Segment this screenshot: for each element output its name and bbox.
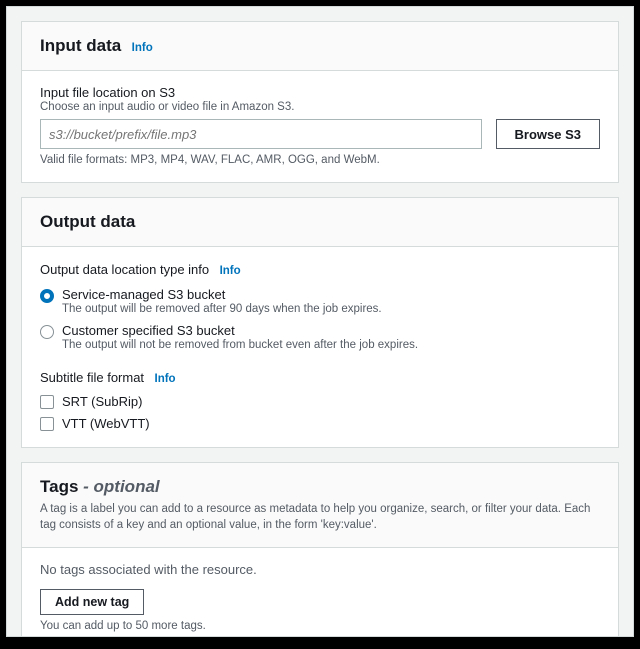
subtitle-section: Subtitle file format Info SRT (SubRip) V… <box>40 369 600 431</box>
checkbox-label: VTT (WebVTT) <box>62 416 150 431</box>
tags-description: A tag is a label you can add to a resour… <box>40 501 600 533</box>
s3-location-input[interactable] <box>40 119 482 149</box>
output-location-info-link[interactable]: Info <box>220 265 241 277</box>
input-panel-title: Input data <box>40 36 121 55</box>
radio-desc: The output will not be removed from buck… <box>62 339 418 351</box>
checkbox-vtt[interactable]: VTT (WebVTT) <box>40 416 600 431</box>
radio-text: Customer specified S3 bucket The output … <box>62 323 418 351</box>
tags-panel-title: Tags - optional <box>40 477 160 496</box>
input-data-panel: Input data Info Input file location on S… <box>21 21 619 183</box>
radio-label: Service-managed S3 bucket <box>62 287 382 302</box>
checkbox-srt[interactable]: SRT (SubRip) <box>40 394 600 409</box>
output-panel-title: Output data <box>40 212 135 231</box>
output-panel-header: Output data <box>22 198 618 247</box>
output-location-label: Output data location type info <box>40 262 209 277</box>
checkbox-box-icon <box>40 395 54 409</box>
tags-optional-suffix: - optional <box>78 477 159 496</box>
subtitle-format-label: Subtitle file format <box>40 370 144 385</box>
radio-customer-specified[interactable]: Customer specified S3 bucket The output … <box>40 323 600 351</box>
browse-s3-button[interactable]: Browse S3 <box>496 119 600 149</box>
input-location-desc: Choose an input audio or video file in A… <box>40 101 600 113</box>
radio-circle-icon <box>40 325 54 339</box>
radio-label: Customer specified S3 bucket <box>62 323 418 338</box>
radio-desc: The output will be removed after 90 days… <box>62 303 382 315</box>
subtitle-info-link[interactable]: Info <box>155 373 176 385</box>
page-container: Input data Info Input file location on S… <box>6 6 634 637</box>
tags-title-text: Tags <box>40 477 78 496</box>
checkbox-label: SRT (SubRip) <box>62 394 142 409</box>
input-location-label: Input file location on S3 <box>40 85 600 100</box>
tags-limit-hint: You can add up to 50 more tags. <box>40 620 600 632</box>
output-data-panel: Output data Output data location type in… <box>21 197 619 448</box>
radio-circle-icon <box>40 289 54 303</box>
tags-panel: Tags - optional A tag is a label you can… <box>21 462 619 637</box>
valid-formats-hint: Valid file formats: MP3, MP4, WAV, FLAC,… <box>40 154 600 166</box>
radio-service-managed[interactable]: Service-managed S3 bucket The output wil… <box>40 287 600 315</box>
add-new-tag-button[interactable]: Add new tag <box>40 589 144 615</box>
tags-empty-text: No tags associated with the resource. <box>40 562 600 577</box>
input-info-link[interactable]: Info <box>132 42 153 54</box>
tags-panel-header: Tags - optional A tag is a label you can… <box>22 463 618 548</box>
output-panel-body: Output data location type info Info Serv… <box>22 247 618 447</box>
radio-text: Service-managed S3 bucket The output wil… <box>62 287 382 315</box>
checkbox-box-icon <box>40 417 54 431</box>
output-location-radio-group: Service-managed S3 bucket The output wil… <box>40 287 600 351</box>
input-panel-body: Input file location on S3 Choose an inpu… <box>22 71 618 182</box>
input-row: Browse S3 <box>40 119 600 149</box>
input-panel-header: Input data Info <box>22 22 618 71</box>
tags-panel-body: No tags associated with the resource. Ad… <box>22 548 618 637</box>
